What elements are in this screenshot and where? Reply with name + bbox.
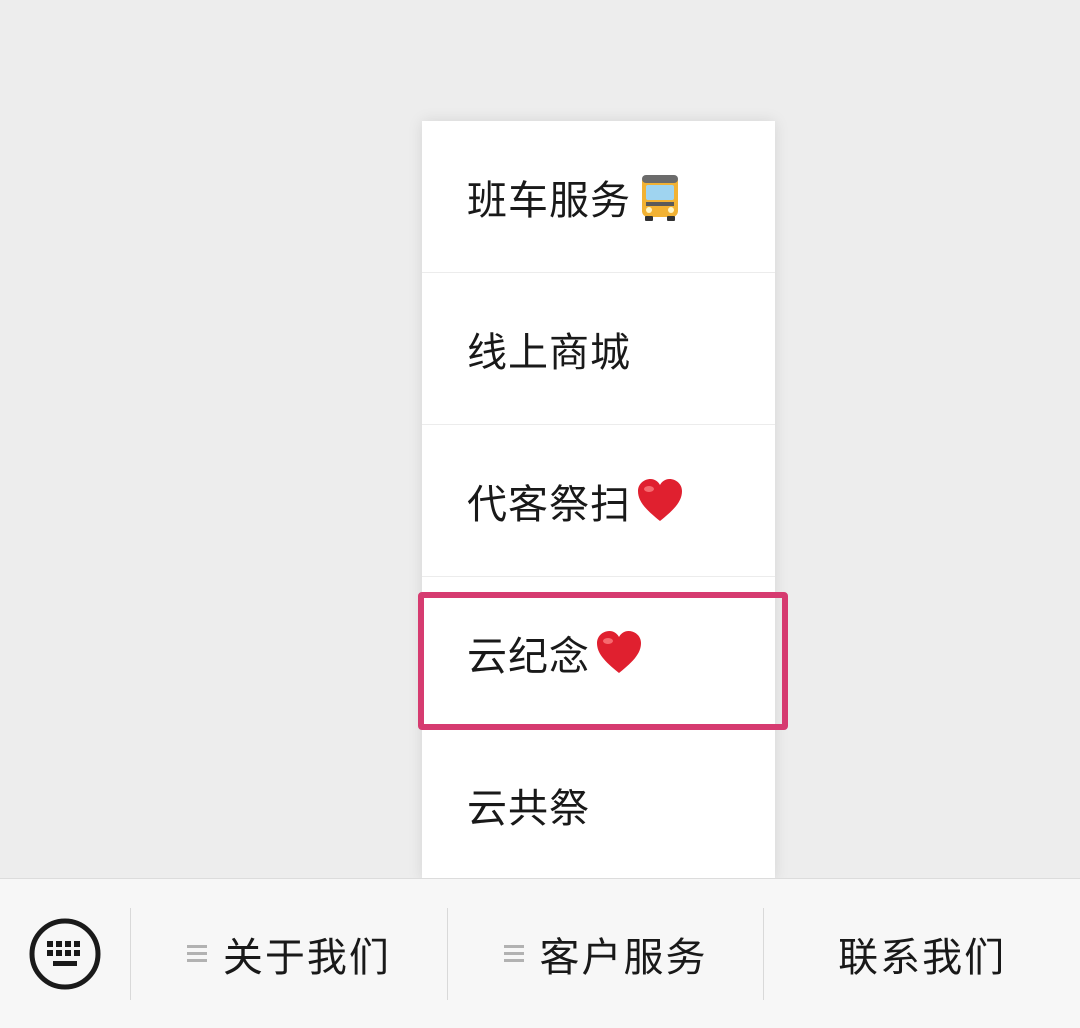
tab-label: 关于我们 (222, 934, 391, 981)
bus-icon (642, 174, 678, 221)
menu-lines-icon (186, 941, 207, 966)
menu-item-proxy-tomb-sweeping[interactable]: 代客祭扫 (422, 425, 775, 577)
popup-submenu: 班车服务 线上商城 代客祭扫 云纪念 云共祭 (422, 121, 775, 881)
menu-item-label: 云共祭 (467, 786, 590, 832)
tab-contact-us[interactable]: 联系我们 (764, 879, 1080, 1028)
heart-icon (638, 478, 682, 521)
keyboard-toggle-button[interactable] (0, 879, 130, 1028)
menu-item-online-mall[interactable]: 线上商城 (422, 273, 775, 425)
tab-label: 联系我们 (838, 934, 1007, 981)
menu-item-label: 云纪念 (467, 633, 590, 680)
menu-item-label: 线上商城 (467, 329, 631, 376)
heart-icon (597, 630, 641, 673)
menu-item-label: 代客祭扫 (467, 481, 631, 528)
menu-lines-icon (503, 941, 524, 966)
bottom-menu-bar: 关于我们 客户服务 联系我们 (0, 878, 1080, 1028)
tab-about-us[interactable]: 关于我们 (131, 879, 447, 1028)
menu-item-cloud-joint-worship[interactable]: 云共祭 (422, 729, 775, 881)
menu-item-cloud-memorial[interactable]: 云纪念 (422, 577, 775, 729)
tab-label: 客户服务 (539, 934, 708, 981)
menu-item-shuttle-service[interactable]: 班车服务 (422, 121, 775, 273)
keyboard-icon (29, 918, 101, 989)
tab-customer-service[interactable]: 客户服务 (448, 879, 764, 1028)
menu-item-label: 班车服务 (467, 177, 631, 224)
